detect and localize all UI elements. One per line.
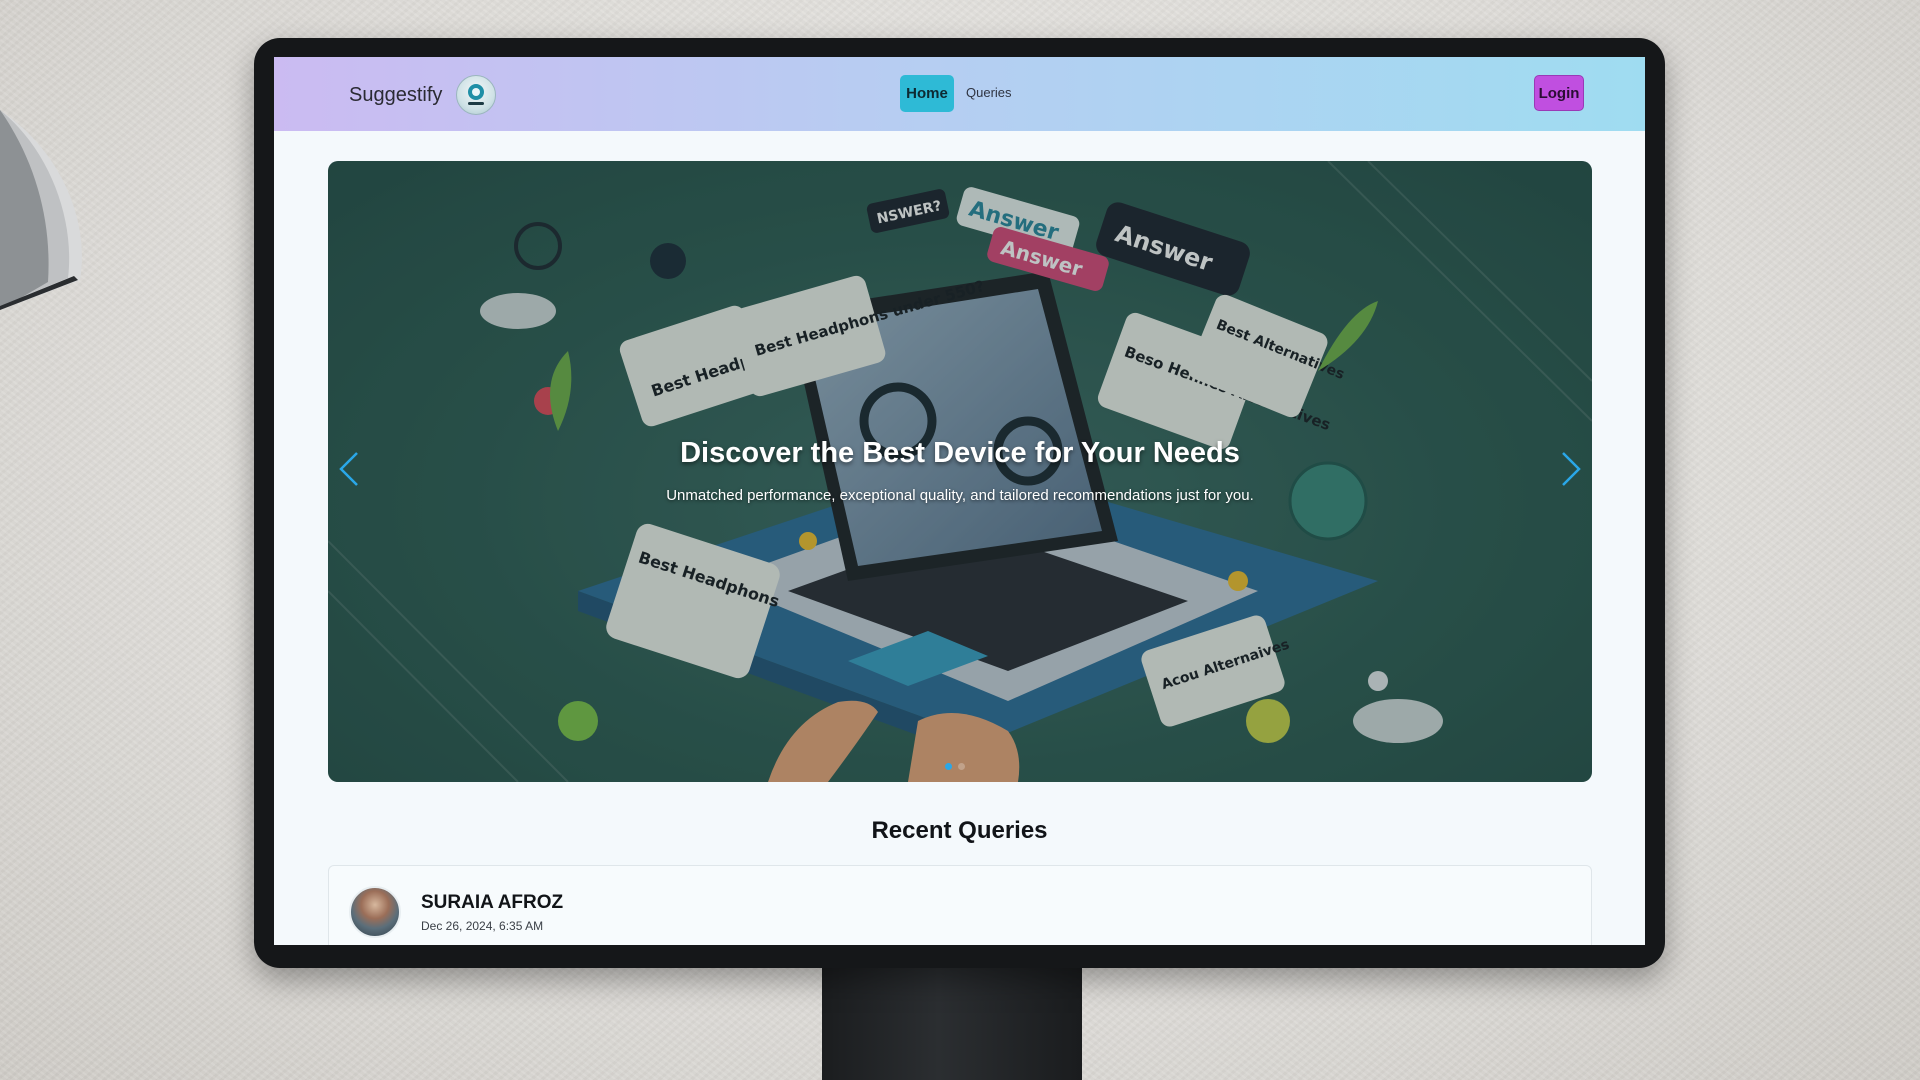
brand-logo-icon[interactable] [456, 75, 496, 115]
hero-title: Discover the Best Device for Your Needs [680, 437, 1240, 469]
carousel-indicator-active[interactable] [945, 763, 952, 770]
nav-home-link[interactable]: Home [900, 75, 954, 112]
carousel-indicator[interactable] [958, 763, 965, 770]
brand-name[interactable]: Suggestify [349, 84, 442, 107]
hero-subtitle: Unmatched performance, exceptional quali… [666, 487, 1254, 504]
carousel-next-button[interactable] [1556, 449, 1586, 489]
query-date: Dec 26, 2024, 6:35 AM [421, 919, 544, 933]
login-button[interactable]: Login [1534, 75, 1584, 111]
monitor-bezel: Suggestify Home Queries Login Best Best … [254, 38, 1665, 968]
carousel-prev-button[interactable] [334, 449, 364, 489]
recent-queries-title: Recent Queries [871, 817, 1048, 844]
navbar: Suggestify Home Queries Login [274, 57, 1645, 131]
hero-carousel: Best Headphons under 50 Best Headphons u… [328, 161, 1592, 782]
query-card[interactable]: SURAIA AFROZ Dec 26, 2024, 6:35 AM [328, 865, 1592, 945]
query-author-name[interactable]: SURAIA AFROZ [421, 892, 563, 914]
browser-viewport: Suggestify Home Queries Login Best Best … [274, 57, 1645, 945]
monitor-stand [822, 960, 1082, 1080]
nav-queries-link[interactable]: Queries [966, 85, 1012, 100]
desk-lamp [0, 110, 82, 310]
hero-overlay [328, 161, 1592, 782]
avatar[interactable] [349, 886, 401, 938]
chevron-right-icon [1562, 452, 1581, 486]
chevron-left-icon [339, 452, 358, 486]
